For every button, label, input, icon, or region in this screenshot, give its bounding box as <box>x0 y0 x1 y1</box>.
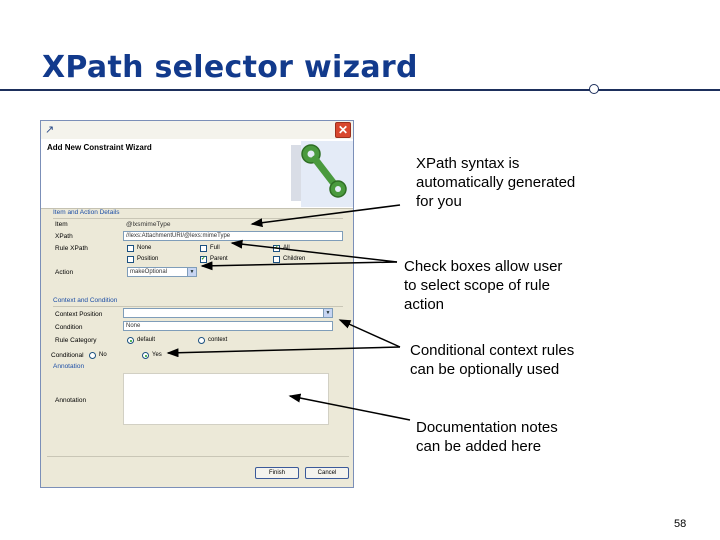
callout-conditional: Conditional context rules can be optiona… <box>410 341 574 379</box>
callout-arrows <box>166 204 411 421</box>
callout-line: action <box>404 296 445 313</box>
arrow-xpath <box>250 204 401 228</box>
callout-line: for you <box>416 193 462 210</box>
arrow-context <box>338 319 401 348</box>
callout-line: automatically generated <box>416 174 576 191</box>
arrow-annotation <box>288 393 411 421</box>
callout-check-boxes: Check boxes allow user to select scope o… <box>404 257 562 314</box>
arrow-checkboxes <box>230 239 398 263</box>
callout-line: Check boxes allow user <box>404 258 563 275</box>
arrow-conditional <box>166 346 401 358</box>
callout-line: Documentation notes <box>416 419 558 436</box>
callout-xpath-syntax: XPath syntax is automatically generated … <box>416 154 575 211</box>
arrow-checkboxes-action <box>200 261 398 271</box>
callout-line: can be added here <box>416 438 542 455</box>
page-number: 58 <box>674 518 687 530</box>
callout-line: XPath syntax is <box>416 155 520 172</box>
callout-line: Conditional context rules <box>410 342 575 359</box>
callout-line: to select scope of rule <box>404 277 550 294</box>
callout-documentation: Documentation notes can be added here <box>416 418 558 456</box>
callout-line: can be optionally used <box>410 361 560 378</box>
